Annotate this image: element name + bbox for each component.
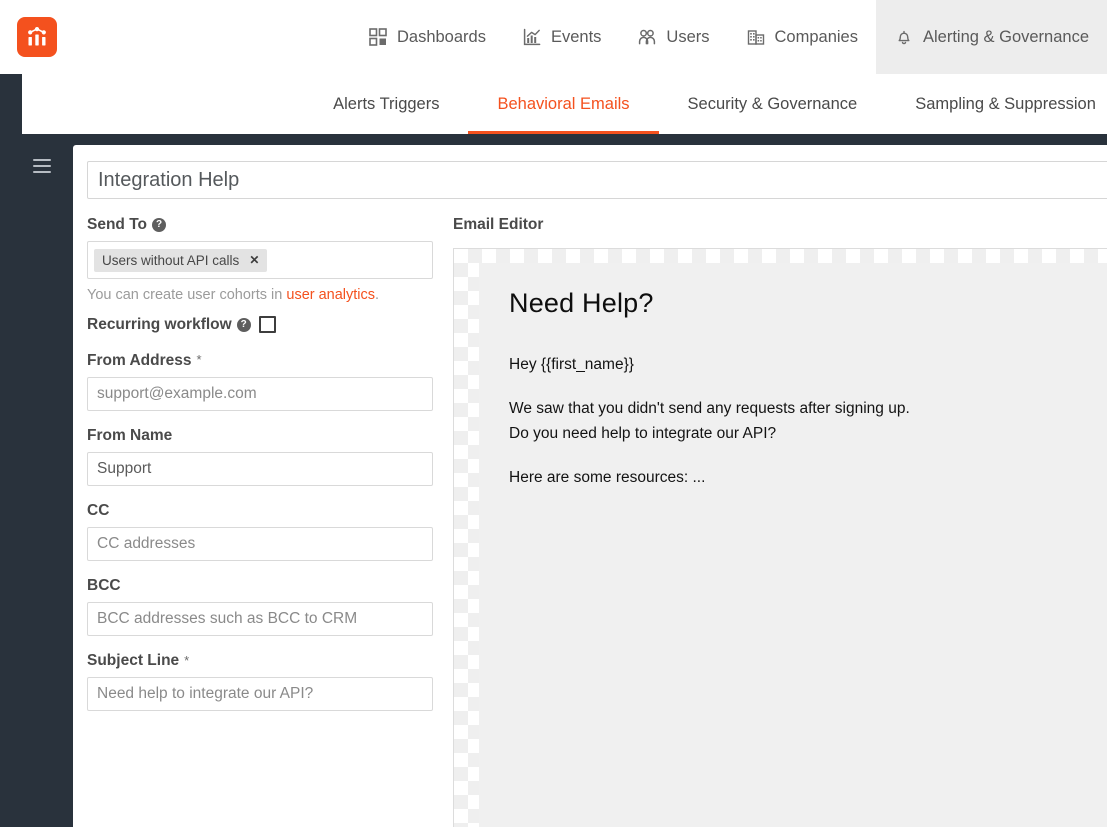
nav-item-events[interactable]: Events (504, 0, 619, 74)
cc-input[interactable] (87, 527, 433, 562)
secondary-tabs: Alerts Triggers Behavioral Emails Securi… (304, 74, 1107, 134)
email-paragraph-2: Do you need help to integrate our API? (509, 424, 777, 442)
nav-item-label: Alerting & Governance (922, 27, 1089, 46)
moesif-logo[interactable] (17, 17, 57, 57)
grid-icon (368, 27, 388, 47)
email-preview-body[interactable]: Need Help? Hey {{first_name}} We saw tha… (479, 263, 1107, 827)
cohort-tag-label: Users without API calls (102, 252, 240, 268)
recurring-workflow-label: Recurring workflow ? (87, 316, 251, 333)
email-paragraph-3: Here are some resources: ... (509, 469, 706, 487)
secondary-tab-bar: Alerts Triggers Behavioral Emails Securi… (22, 74, 1107, 134)
email-paragraph-1: We saw that you didn't send any requests… (509, 400, 910, 418)
tab-label: Sampling & Suppression (915, 94, 1096, 113)
cohort-tag: Users without API calls ✕ (94, 248, 268, 272)
hamburger-menu[interactable] (33, 159, 51, 173)
tab-alerts-triggers[interactable]: Alerts Triggers (304, 74, 468, 134)
editor-columns: Send To ? Users without API calls ✕ You … (73, 216, 1107, 827)
tab-label: Alerts Triggers (333, 94, 440, 113)
from-address-label: From Address * (87, 352, 421, 369)
nav-item-users[interactable]: Users (619, 0, 727, 74)
email-preview-canvas[interactable]: Need Help? Hey {{first_name}} We saw tha… (453, 248, 1107, 827)
hamburger-bar (33, 165, 51, 167)
hamburger-bar (33, 171, 51, 173)
help-icon[interactable]: ? (152, 217, 166, 232)
chart-bars-icon (522, 27, 542, 47)
label-text: Subject Line (87, 652, 180, 670)
top-navigation-bar: Dashboards Events Users Companies Alerti… (0, 0, 1107, 74)
from-name-input[interactable] (87, 452, 433, 487)
field-cc: CC (87, 502, 433, 562)
send-to-label: Send To ? (87, 216, 421, 233)
field-send-to: Send To ? Users without API calls ✕ You … (87, 216, 433, 303)
settings-form: Send To ? Users without API calls ✕ You … (87, 216, 433, 827)
field-from-name: From Name (87, 427, 433, 487)
help-icon[interactable]: ? (236, 317, 251, 332)
bcc-label: BCC (87, 577, 421, 594)
email-greeting: Hey {{first_name}} (509, 356, 634, 373)
tab-security-governance[interactable]: Security & Governance (659, 74, 887, 134)
label-text: From Address (87, 352, 192, 370)
field-from-address: From Address * (87, 352, 433, 412)
field-subject-line: Subject Line * (87, 652, 433, 712)
tab-label: Security & Governance (687, 94, 858, 113)
send-to-hint: You can create user cohorts in user anal… (87, 287, 421, 303)
required-marker: * (196, 352, 202, 368)
label-text: CC (87, 502, 110, 520)
nav-item-companies[interactable]: Companies (728, 0, 876, 74)
label-text: Send To (87, 216, 147, 233)
building-icon (746, 27, 766, 47)
label-text: From Name (87, 427, 173, 445)
from-address-input[interactable] (87, 377, 433, 412)
tab-sampling-suppression[interactable]: Sampling & Suppression (886, 74, 1107, 134)
label-text: BCC (87, 577, 121, 595)
logo-container[interactable] (0, 0, 74, 74)
nav-item-alerting-governance[interactable]: Alerting & Governance (875, 0, 1107, 74)
email-editor-title: Email Editor (453, 216, 544, 233)
field-bcc: BCC (87, 577, 433, 637)
workflow-title-input[interactable] (87, 161, 1107, 199)
field-recurring-workflow: Recurring workflow ? (87, 316, 421, 334)
cc-label: CC (87, 502, 421, 519)
hint-suffix: . (375, 287, 380, 304)
tab-label: Behavioral Emails (497, 94, 630, 113)
close-icon[interactable]: ✕ (249, 254, 259, 266)
primary-nav-items: Dashboards Events Users Companies Alerti… (350, 0, 1107, 74)
label-text: Recurring workflow (87, 316, 232, 334)
bcc-input[interactable] (87, 602, 433, 637)
required-marker: * (184, 652, 190, 668)
nav-item-dashboards[interactable]: Dashboards (350, 0, 504, 74)
hamburger-bar (33, 159, 51, 161)
nav-item-label: Companies (774, 27, 858, 46)
subject-line-label: Subject Line * (87, 652, 421, 669)
hint-prefix: You can create user cohorts in (87, 287, 287, 304)
bell-icon (894, 27, 914, 47)
nav-item-label: Dashboards (396, 27, 486, 46)
people-icon (637, 27, 657, 47)
subject-line-input[interactable] (87, 677, 433, 712)
recurring-workflow-checkbox[interactable] (258, 316, 276, 334)
user-analytics-link[interactable]: user analytics (286, 287, 375, 303)
send-to-tag-input[interactable]: Users without API calls ✕ (87, 241, 433, 280)
email-heading: Need Help? (509, 288, 654, 318)
app-root: Dashboards Events Users Companies Alerti… (0, 0, 1107, 827)
from-name-label: From Name (87, 427, 421, 444)
nav-item-label: Events (550, 27, 602, 46)
nav-item-label: Users (666, 27, 710, 46)
workflow-editor-card: Send To ? Users without API calls ✕ You … (73, 145, 1107, 827)
email-editor-panel: Email Editor Need Help? Hey {{first_name… (433, 216, 1107, 827)
tab-behavioral-emails[interactable]: Behavioral Emails (468, 74, 659, 134)
